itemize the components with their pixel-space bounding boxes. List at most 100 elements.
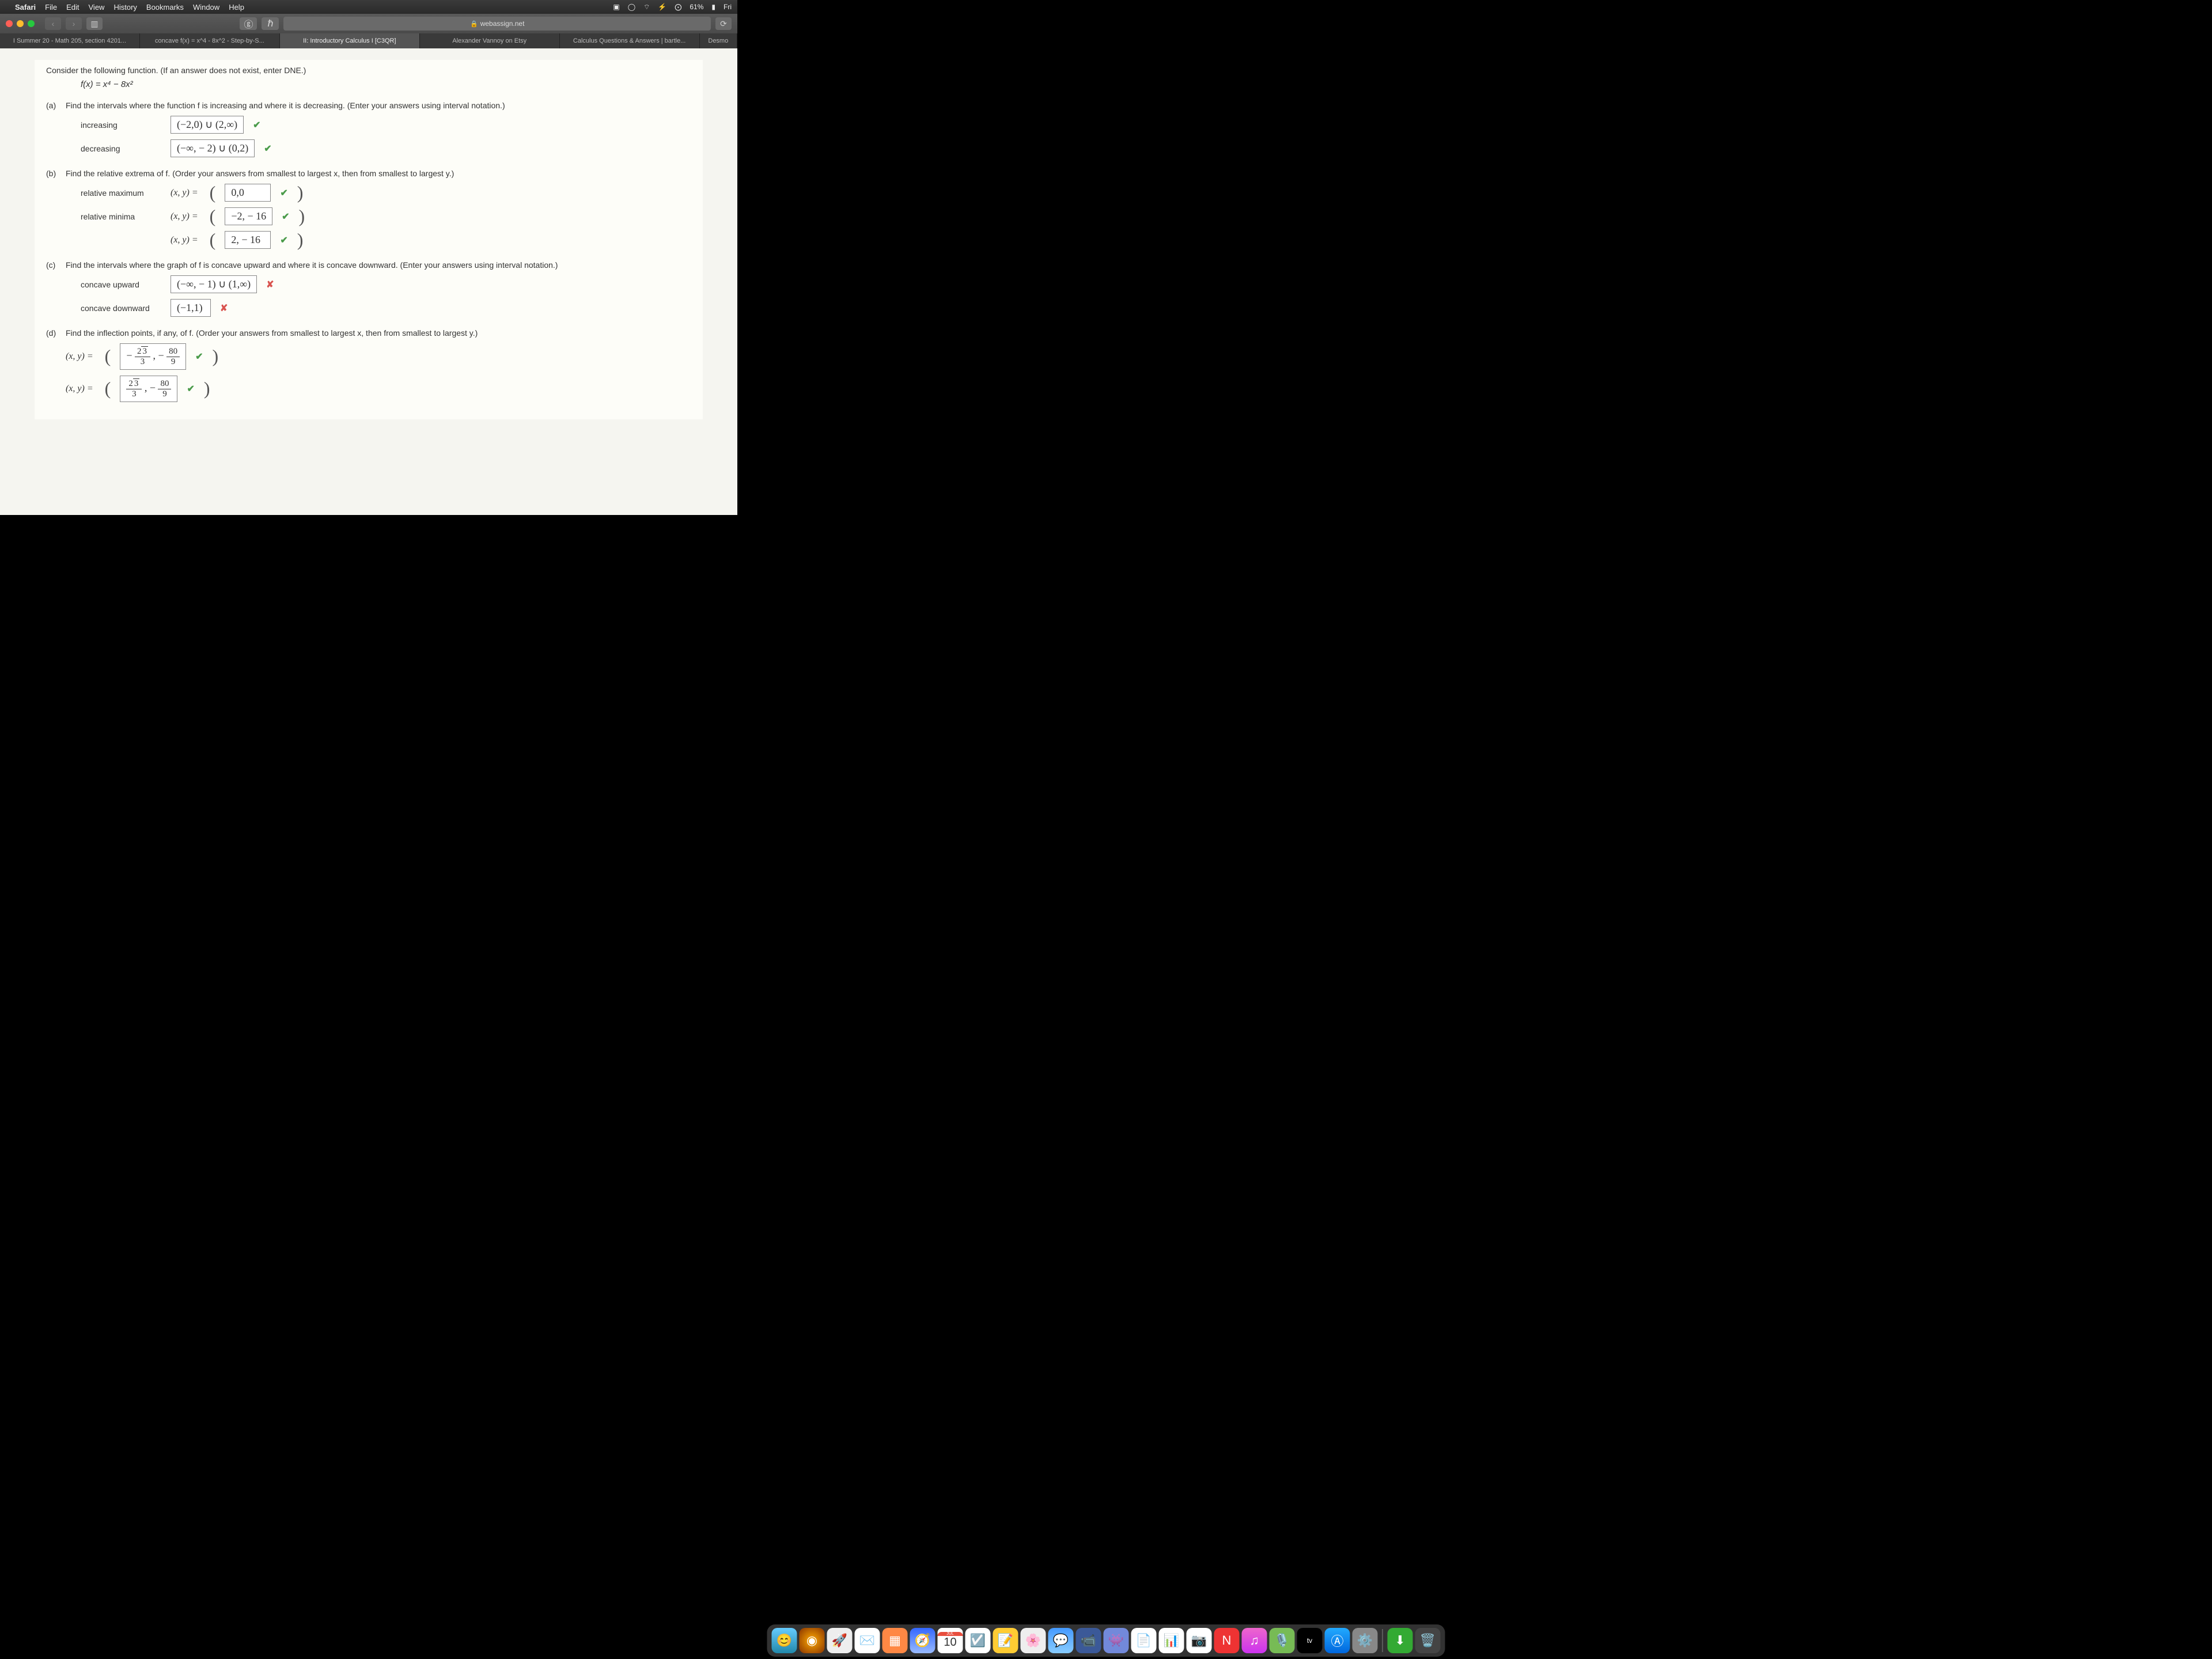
check-icon: ✔ bbox=[280, 187, 287, 199]
dock-facetime-icon[interactable]: 📹 bbox=[1076, 1628, 1101, 1653]
dock-numbers-icon[interactable]: 📊 bbox=[1159, 1628, 1184, 1653]
xy-prefix: (x, y) = bbox=[171, 211, 198, 222]
clock-day: Fri bbox=[724, 3, 732, 11]
battery-icon[interactable]: ▮ bbox=[711, 3, 715, 11]
tab-2[interactable]: II: Introductory Calculus I [C3QR] bbox=[280, 33, 420, 48]
rel-max-input[interactable]: 0,0 bbox=[225, 184, 271, 202]
dock-divider bbox=[1382, 1629, 1383, 1652]
part-b-question: Find the relative extrema of f. (Order y… bbox=[66, 169, 454, 178]
concave-down-label: concave downward bbox=[81, 304, 161, 313]
cal-day: 10 bbox=[944, 1636, 956, 1649]
menubar-history[interactable]: History bbox=[113, 3, 137, 12]
wifi-icon[interactable]: ⨀ bbox=[675, 3, 681, 11]
page-content[interactable]: Consider the following function. (If an … bbox=[0, 48, 737, 515]
inflection2-input[interactable]: 233 , − 809 bbox=[120, 376, 177, 402]
xy-prefix: (x, y) = bbox=[66, 351, 93, 362]
macos-menubar: Safari File Edit View History Bookmarks … bbox=[0, 0, 737, 14]
open-paren: ( bbox=[210, 185, 216, 200]
camera-icon[interactable]: ▣ bbox=[613, 3, 619, 11]
favorite-h-button[interactable]: ℏ bbox=[262, 17, 279, 30]
dock-appletv-icon[interactable]: tv bbox=[1297, 1628, 1323, 1653]
dock-notes-icon[interactable]: 📝 bbox=[993, 1628, 1018, 1653]
question-card: Consider the following function. (If an … bbox=[35, 60, 703, 419]
airplay-icon[interactable]: ⌔ bbox=[643, 3, 650, 12]
dock-downloads-icon[interactable]: ⬇ bbox=[1388, 1628, 1413, 1653]
dock-launchpad-icon[interactable]: 🚀 bbox=[827, 1628, 853, 1653]
dock-calendar-icon[interactable]: JUL 10 bbox=[938, 1628, 963, 1653]
address-bar[interactable]: webassign.net bbox=[283, 17, 711, 31]
reload-button[interactable]: ⟳ bbox=[715, 17, 732, 30]
window-controls bbox=[6, 20, 35, 27]
open-paren: ( bbox=[210, 233, 216, 248]
check-icon: ✔ bbox=[280, 234, 287, 246]
back-button[interactable]: ‹ bbox=[45, 17, 61, 30]
dock-netflix-icon[interactable]: N bbox=[1214, 1628, 1240, 1653]
part-c-label: (c) bbox=[46, 260, 60, 270]
menubar-help[interactable]: Help bbox=[229, 3, 244, 12]
part-d: (d) Find the inflection points, if any, … bbox=[46, 328, 691, 338]
tab-3[interactable]: Alexander Vannoy on Etsy bbox=[420, 33, 560, 48]
dock-itunes-icon[interactable]: ♫ bbox=[1242, 1628, 1267, 1653]
minimize-window-button[interactable] bbox=[17, 20, 24, 27]
part-a-label: (a) bbox=[46, 101, 60, 110]
check-icon: ✔ bbox=[282, 211, 289, 222]
menubar-window[interactable]: Window bbox=[193, 3, 219, 12]
tab-4[interactable]: Calculus Questions & Answers | bartle... bbox=[560, 33, 700, 48]
rel-max-label: relative maximum bbox=[81, 188, 161, 198]
dock-messages-icon[interactable]: 💬 bbox=[1048, 1628, 1074, 1653]
part-a-question: Find the intervals where the function f … bbox=[66, 101, 505, 110]
dock-appstore-icon[interactable]: Ⓐ bbox=[1325, 1628, 1350, 1653]
concave-down-input[interactable]: (−1,1) bbox=[171, 299, 211, 317]
dock-siri-icon[interactable]: ◉ bbox=[800, 1628, 825, 1653]
tab-0[interactable]: I Summer 20 - Math 205, section 4201... bbox=[0, 33, 140, 48]
dock-photos-icon[interactable]: 🌸 bbox=[1021, 1628, 1046, 1653]
dock-word-icon[interactable]: 📄 bbox=[1131, 1628, 1157, 1653]
decreasing-input[interactable]: (−∞, − 2) ∪ (0,2) bbox=[171, 139, 255, 157]
rel-min1-input[interactable]: −2, − 16 bbox=[225, 207, 272, 225]
inflection1-input[interactable]: − 233 , − 809 bbox=[120, 343, 186, 370]
part-b-label: (b) bbox=[46, 169, 60, 178]
xy-prefix: (x, y) = bbox=[171, 235, 198, 245]
menubar-app-name[interactable]: Safari bbox=[15, 3, 36, 12]
dock-discord-icon[interactable]: 👾 bbox=[1104, 1628, 1129, 1653]
menubar-edit[interactable]: Edit bbox=[66, 3, 79, 12]
forward-button[interactable]: › bbox=[66, 17, 82, 30]
maximize-window-button[interactable] bbox=[28, 20, 35, 27]
xy-prefix: (x, y) = bbox=[66, 384, 93, 394]
dock-app-icon[interactable]: ▦ bbox=[882, 1628, 908, 1653]
increasing-label: increasing bbox=[81, 120, 161, 130]
favorite-g-button[interactable]: ⓖ bbox=[240, 17, 257, 30]
close-window-button[interactable] bbox=[6, 20, 13, 27]
concave-up-input[interactable]: (−∞, − 1) ∪ (1,∞) bbox=[171, 275, 257, 293]
open-paren: ( bbox=[105, 349, 111, 364]
lock-icon bbox=[470, 20, 480, 28]
menubar-file[interactable]: File bbox=[45, 3, 57, 12]
url-text: webassign.net bbox=[480, 20, 525, 28]
bluetooth-icon[interactable]: ⚡ bbox=[658, 3, 666, 11]
dock-safari-icon[interactable]: 🧭 bbox=[910, 1628, 935, 1653]
dock-photobooth-icon[interactable]: 📷 bbox=[1187, 1628, 1212, 1653]
rel-min2-input[interactable]: 2, − 16 bbox=[225, 231, 271, 249]
sidebar-button[interactable]: ▥ bbox=[86, 17, 103, 30]
part-a: (a) Find the intervals where the functio… bbox=[46, 101, 691, 110]
dock-mail-icon[interactable]: ✉️ bbox=[855, 1628, 880, 1653]
check-icon: ✔ bbox=[187, 383, 194, 395]
menubar-bookmarks[interactable]: Bookmarks bbox=[146, 3, 184, 12]
cross-icon: ✘ bbox=[266, 279, 274, 290]
record-icon[interactable]: ◯ bbox=[628, 3, 635, 11]
increasing-input[interactable]: (−2,0) ∪ (2,∞) bbox=[171, 116, 244, 134]
dock-trash-icon[interactable]: 🗑️ bbox=[1415, 1628, 1441, 1653]
menubar-view[interactable]: View bbox=[89, 3, 105, 12]
cross-icon: ✘ bbox=[220, 302, 228, 314]
cal-month: JUL bbox=[938, 1632, 963, 1636]
close-paren: ) bbox=[213, 349, 219, 364]
dock-podcasts-icon[interactable]: 🎙️ bbox=[1270, 1628, 1295, 1653]
tab-bar: I Summer 20 - Math 205, section 4201... … bbox=[0, 33, 737, 48]
check-icon: ✔ bbox=[195, 351, 203, 362]
dock-finder-icon[interactable]: 😊 bbox=[772, 1628, 797, 1653]
dock-reminders-icon[interactable]: ☑️ bbox=[965, 1628, 991, 1653]
tab-5[interactable]: Desmo bbox=[700, 33, 737, 48]
close-paren: ) bbox=[297, 185, 304, 200]
tab-1[interactable]: concave f(x) = x^4 - 8x^2 - Step-by-S... bbox=[140, 33, 280, 48]
dock-settings-icon[interactable]: ⚙️ bbox=[1353, 1628, 1378, 1653]
